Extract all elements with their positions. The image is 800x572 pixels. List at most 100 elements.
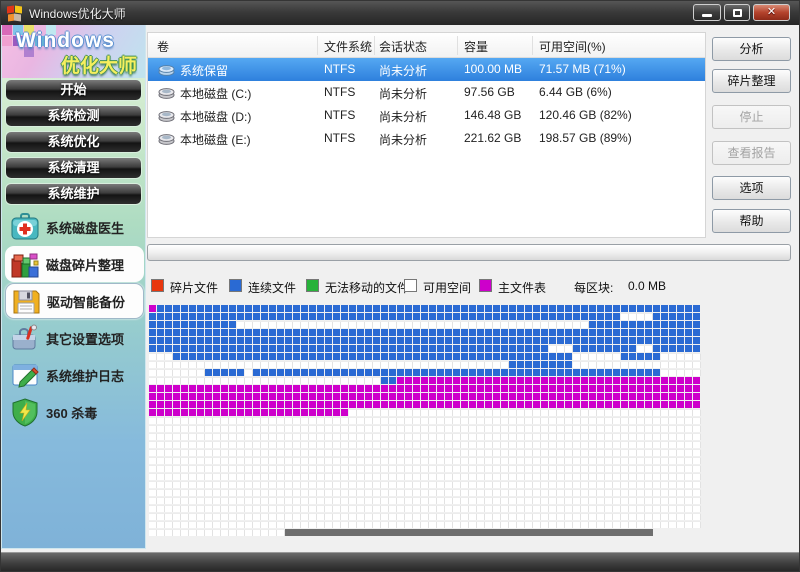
banner-line2: 优化大师 [60,56,137,77]
maximize-button[interactable] [724,4,750,21]
sidebar-item-maintenance-log[interactable]: 系统维护日志 [5,357,144,393]
mft-swatch [479,279,492,292]
map-row [149,417,701,425]
log-pencil-icon [12,364,39,388]
block-map [149,305,701,537]
map-row [149,497,701,505]
maximize-icon [732,8,742,17]
disk-icon [158,134,175,145]
defragment-button[interactable]: 碎片整理 [712,69,791,93]
map-row [149,353,701,361]
sidebar-item-label: 驱动智能备份 [47,294,126,310]
fragmented-swatch [151,279,164,292]
map-row [149,489,701,497]
map-row [149,321,701,329]
sidebar-item-label: 系统维护日志 [46,368,125,384]
map-row [149,393,701,401]
app-window: Windows优化大师 ✕ Windows 优化大师 开始 系统检测 系统优化 … [0,0,800,572]
map-row [149,425,701,433]
legend-label: 碎片文件 [170,281,219,295]
table-row[interactable]: 本地磁盘 (C:) NTFS 尚未分析 97.56 GB 6.44 GB (6%… [148,81,705,104]
map-row [149,465,701,473]
title-bar: Windows优化大师 ✕ [1,1,799,25]
map-row [149,337,701,345]
close-icon: ✕ [766,6,777,18]
unmovable-swatch [306,279,319,292]
map-row [149,385,701,393]
banner-line1: Windows [16,29,115,52]
contiguous-swatch [229,279,242,292]
map-row [149,457,701,465]
minimize-icon [702,14,712,17]
table-row[interactable]: 本地磁盘 (D:) NTFS 尚未分析 146.48 GB 120.46 GB … [148,104,705,127]
disk-icon [158,65,175,76]
app-banner: Windows 优化大师 [2,25,145,78]
col-session-status: 会话状态 [379,40,428,54]
map-row [149,369,701,377]
mosaic-decoration [2,25,12,35]
sidebar-item-360-antivirus[interactable]: 360 杀毒 [5,394,144,430]
map-row [149,529,701,537]
nav-system-maintain[interactable]: 系统维护 [5,183,142,205]
map-legend: 碎片文件 连续文件 无法移动的文件 可用空间 主文件表 每区块: 0.0 MB [1,278,799,295]
legend-label: 可用空间 [423,281,472,295]
map-row [149,505,701,513]
sidebar-item-disk-doctor[interactable]: 系统磁盘医生 [5,209,144,245]
nav-system-optimize[interactable]: 系统优化 [5,131,142,153]
analyze-button[interactable]: 分析 [712,37,791,61]
table-row[interactable]: 本地磁盘 (E:) NTFS 尚未分析 221.62 GB 198.57 GB … [148,127,705,150]
map-row [149,473,701,481]
window-title: Windows优化大师 [29,6,126,21]
col-volume: 卷 [157,40,170,54]
col-filesystem: 文件系统 [324,40,373,54]
view-report-button[interactable]: 查看报告 [712,141,791,165]
legend-label: 主文件表 [498,281,547,295]
map-row [149,305,701,313]
sidebar-item-label: 360 杀毒 [46,405,98,421]
legend-label: 无法移动的文件 [325,281,410,295]
map-row [149,433,701,441]
sidebar-item-defrag[interactable]: 磁盘碎片整理 [5,246,144,282]
close-button[interactable]: ✕ [753,4,790,21]
map-row [149,313,701,321]
app-logo-icon [7,5,22,21]
map-row [149,345,701,353]
free-space-swatch [404,279,417,292]
options-button[interactable]: 选项 [712,176,791,200]
disk-icon [158,111,175,122]
defrag-blocks-icon [11,253,39,278]
map-row [149,441,701,449]
table-row[interactable]: 系统保留 NTFS 尚未分析 100.00 MB 71.57 MB (71%) [148,58,705,81]
block-size-value: 0.0 MB [628,279,667,293]
nav-system-check[interactable]: 系统检测 [5,105,142,127]
map-row [149,521,701,529]
legend-label: 连续文件 [248,281,297,295]
disk-icon [158,88,175,99]
volume-table: 卷 文件系统 会话状态 容量 可用空间(%) 系统保留 NTFS 尚未分析 10… [147,32,706,238]
first-aid-kit-icon [11,213,39,240]
bottom-status-bar [1,552,799,571]
nav-start[interactable]: 开始 [5,79,142,101]
stop-button[interactable]: 停止 [712,105,791,129]
map-row [149,401,701,409]
minimize-button[interactable] [693,4,721,21]
nav-system-clean[interactable]: 系统清理 [5,157,142,179]
toolbox-icon [12,324,37,350]
map-row [149,409,701,417]
sidebar-item-label: 系统磁盘医生 [46,220,125,236]
sidebar-item-label: 磁盘碎片整理 [46,257,125,273]
sidebar-item-other-settings[interactable]: 其它设置选项 [5,320,144,356]
map-row [149,361,701,369]
map-row [149,329,701,337]
block-size-label: 每区块: [574,281,614,295]
shield-icon [12,398,38,427]
col-free-space: 可用空间(%) [539,40,606,54]
map-row [149,513,701,521]
progress-bar [147,244,791,261]
help-button[interactable]: 帮助 [712,209,791,233]
table-header: 卷 文件系统 会话状态 容量 可用空间(%) [148,33,705,58]
map-row [149,449,701,457]
col-capacity: 容量 [464,40,489,54]
map-row [149,481,701,489]
sidebar-item-label: 其它设置选项 [46,331,125,347]
